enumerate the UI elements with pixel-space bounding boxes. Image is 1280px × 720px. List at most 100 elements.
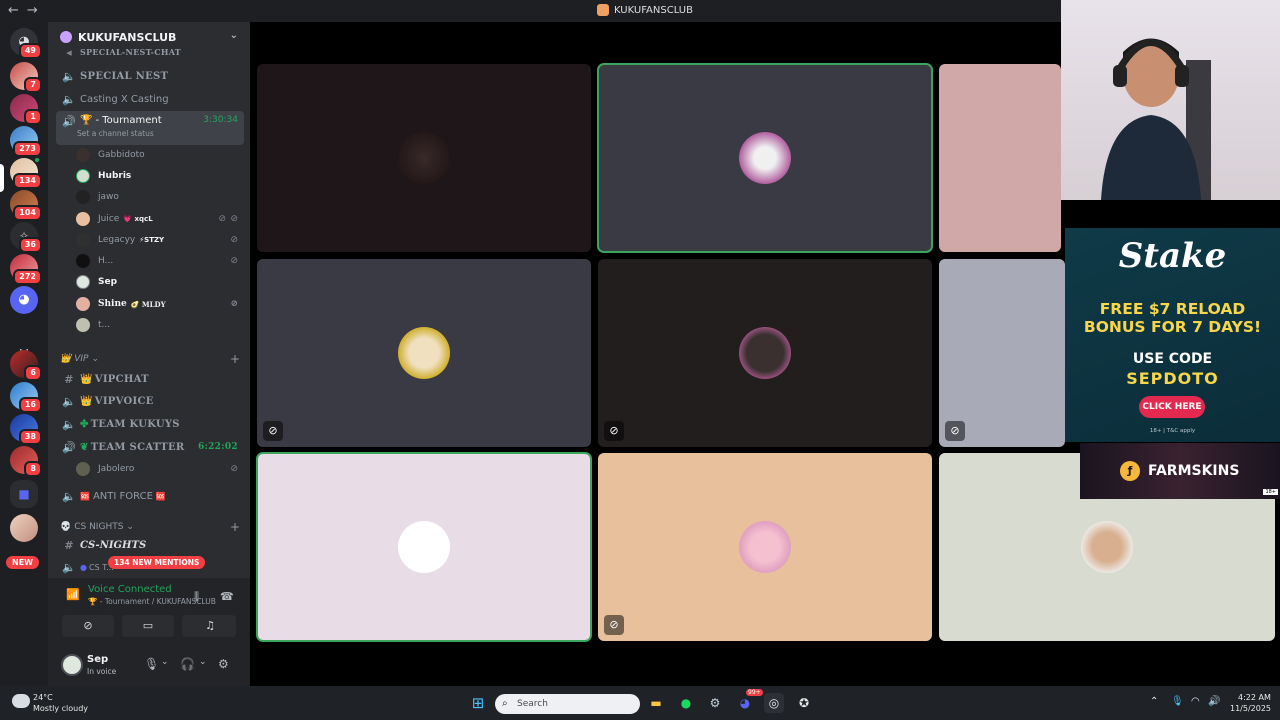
weather-temp[interactable]: 24°C [33,693,53,702]
volume-icon[interactable]: 🔊 [1208,696,1220,707]
clover-icon: ✤ [80,418,89,430]
spotify-icon[interactable]: ● [676,693,696,713]
user-name[interactable]: Sep [87,654,108,665]
farmskins-ad[interactable]: ƒ FARMSKINS 18+ [1080,443,1280,499]
user-avatar[interactable] [61,654,83,676]
participant-tile[interactable]: ⊘ [598,259,932,447]
noise-suppression-icon[interactable]: ⫼ [194,590,199,604]
server-icon-9[interactable]: 6 [10,350,42,381]
microphone-icon[interactable]: 🎙 [144,657,159,671]
server-icon-11[interactable]: 38 [10,414,42,445]
click-here-button[interactable]: CLICK HERE [1139,396,1205,418]
soundboard-button[interactable]: ♫ [184,615,236,637]
weather-condition[interactable]: Mostly cloudy [33,704,88,713]
server-icon-8[interactable]: ◕ [10,286,38,314]
voice-member[interactable]: H... ⊘ [76,251,244,271]
category-cs-nights[interactable]: 💀 CS NIGHTS ⌄ + [60,519,240,535]
camera-off-button[interactable]: ⊘ [62,615,114,637]
voice-member[interactable]: Gabbidoto [76,145,244,165]
voice-member[interactable]: Hubris [76,166,244,186]
search-icon: ⌕ [502,698,508,709]
deafened-icon: ⊘ [230,214,238,224]
server-icon-12[interactable]: 8 [10,446,42,477]
windows-start-icon[interactable]: ⊞ [468,693,488,713]
voice-member-self[interactable]: Sep [76,272,244,292]
channel-cs-nights[interactable]: # CS-NIGHTS [56,535,244,555]
server-icon-1[interactable]: 7 [10,62,42,93]
new-servers-pill[interactable]: NEW [6,556,39,569]
chevron-down-icon: ⌄ [229,30,238,41]
server-icon-kukufansclub[interactable]: 134 [10,156,42,189]
server-folder-icon[interactable]: ■ [10,480,38,508]
app-icon[interactable]: ✪ [794,693,814,713]
mic-muted-icon: ⊘ [230,464,238,474]
participant-tile[interactable]: ⊘ [257,259,591,447]
channel-special-nest[interactable]: 🔈 SPECIAL NEST [56,66,244,86]
speaker-icon: 🔈 [62,69,76,83]
channel-vipvoice[interactable]: 🔈 👑 VIPVOICE [56,391,244,411]
participant-tile-speaking[interactable] [597,63,933,253]
unread-badge: 8 [24,461,42,477]
avatar [76,233,90,247]
stake-ad[interactable]: Stake FREE $7 RELOAD BONUS FOR 7 DAYS! U… [1065,228,1280,442]
taskbar-search[interactable]: ⌕ Search [495,694,640,714]
unread-badge: 36 [18,237,42,253]
channel-team-scatter[interactable]: 🔊 ❦ TEAM SCATTER 6:22:02 [56,437,244,457]
voice-status[interactable]: Voice Connected [88,584,172,595]
gear-icon[interactable]: ⚙ [218,657,229,671]
server-icon-2[interactable]: 1 [10,94,42,125]
server-icon-6[interactable]: ✧ 36 [10,222,42,253]
category-vip[interactable]: 👑 VIP ⌄ + [60,351,240,367]
steam-icon[interactable]: ⚙ [705,693,725,713]
channel-special-nest-chat[interactable]: ◂ SPECIAL-NEST-CHAT [56,46,244,58]
hash-icon: # [64,538,74,552]
participant-tile[interactable]: ⊘ [939,259,1065,447]
channel-vipchat[interactable]: # 👑 VIPCHAT [56,369,244,389]
participant-tile[interactable] [257,64,591,252]
server-icon-5[interactable]: 104 [10,190,42,221]
add-channel-icon[interactable]: + [230,520,240,534]
channel-anti-force[interactable]: 🔈 🆘 ANTI FORCE 🆘 [56,486,244,506]
channel-casting[interactable]: 🔈 Casting X Casting [56,89,244,109]
channel-team-kukuys[interactable]: 🔈 ✤ TEAM KUKUYS [56,414,244,434]
chevron-down-icon[interactable]: ⌄ [199,657,207,667]
headphones-icon[interactable]: 🎧 [180,657,195,671]
back-arrow-icon[interactable]: ← [8,3,19,18]
participant-tile[interactable]: ⊘ [598,453,932,641]
file-explorer-icon[interactable]: ▬ [646,693,666,713]
clock-date[interactable]: 11/5/2025 [1230,704,1271,713]
voice-member[interactable]: Jabolero ⊘ [76,459,244,479]
channel-status[interactable]: Set a channel status [77,129,154,138]
voice-member[interactable]: Legacyy ⚡STZY ⊘ [76,230,244,250]
sos-icon: 🆘 [80,491,90,501]
new-mentions-pill[interactable]: 134 NEW MENTIONS [108,556,206,569]
server-icon-10[interactable]: 16 [10,382,42,413]
disconnect-icon[interactable]: ☎ [220,590,234,603]
wifi-icon[interactable]: ◠ [1191,696,1200,707]
cloud-icon[interactable] [12,694,30,708]
voice-member[interactable]: t... [76,315,244,335]
server-icon-7[interactable]: 272 [10,254,42,285]
speaker-icon: 🔊 [62,440,76,454]
add-channel-icon[interactable]: + [230,352,240,366]
channel-tournament[interactable]: 🔊 🏆 - Tournament 3:30:34 Set a channel s… [56,111,244,145]
server-icon-13[interactable] [10,514,38,542]
webcam-overlay [1061,0,1280,200]
server-icon-3[interactable]: 273 [10,126,42,157]
voice-member[interactable]: Juice 💗 xqcL ⊘ ⊘ [76,209,244,229]
chevron-down-icon[interactable]: ⌄ [161,657,169,667]
screen-share-button[interactable]: ▭ [122,615,174,637]
clock-time[interactable]: 4:22 AM [1238,693,1271,702]
discord-home-button[interactable]: ◕ 49 [10,28,42,59]
sos-icon: 🆘 [155,491,166,501]
tray-chevron-up-icon[interactable]: ⌃ [1150,696,1158,707]
nav-arrows: ← → [8,3,38,18]
tray-mic-icon[interactable]: 🎙 [1171,696,1184,707]
chrome-icon[interactable]: ◎ [764,693,784,713]
discord-icon[interactable]: ◕ [735,693,755,713]
participant-tile[interactable] [939,64,1061,252]
forward-arrow-icon[interactable]: → [27,3,38,18]
voice-member[interactable]: jawo [76,187,244,207]
participant-tile-speaking[interactable] [256,452,592,642]
voice-member[interactable]: Shine 🥑 MLDY ⊘ [76,294,244,314]
